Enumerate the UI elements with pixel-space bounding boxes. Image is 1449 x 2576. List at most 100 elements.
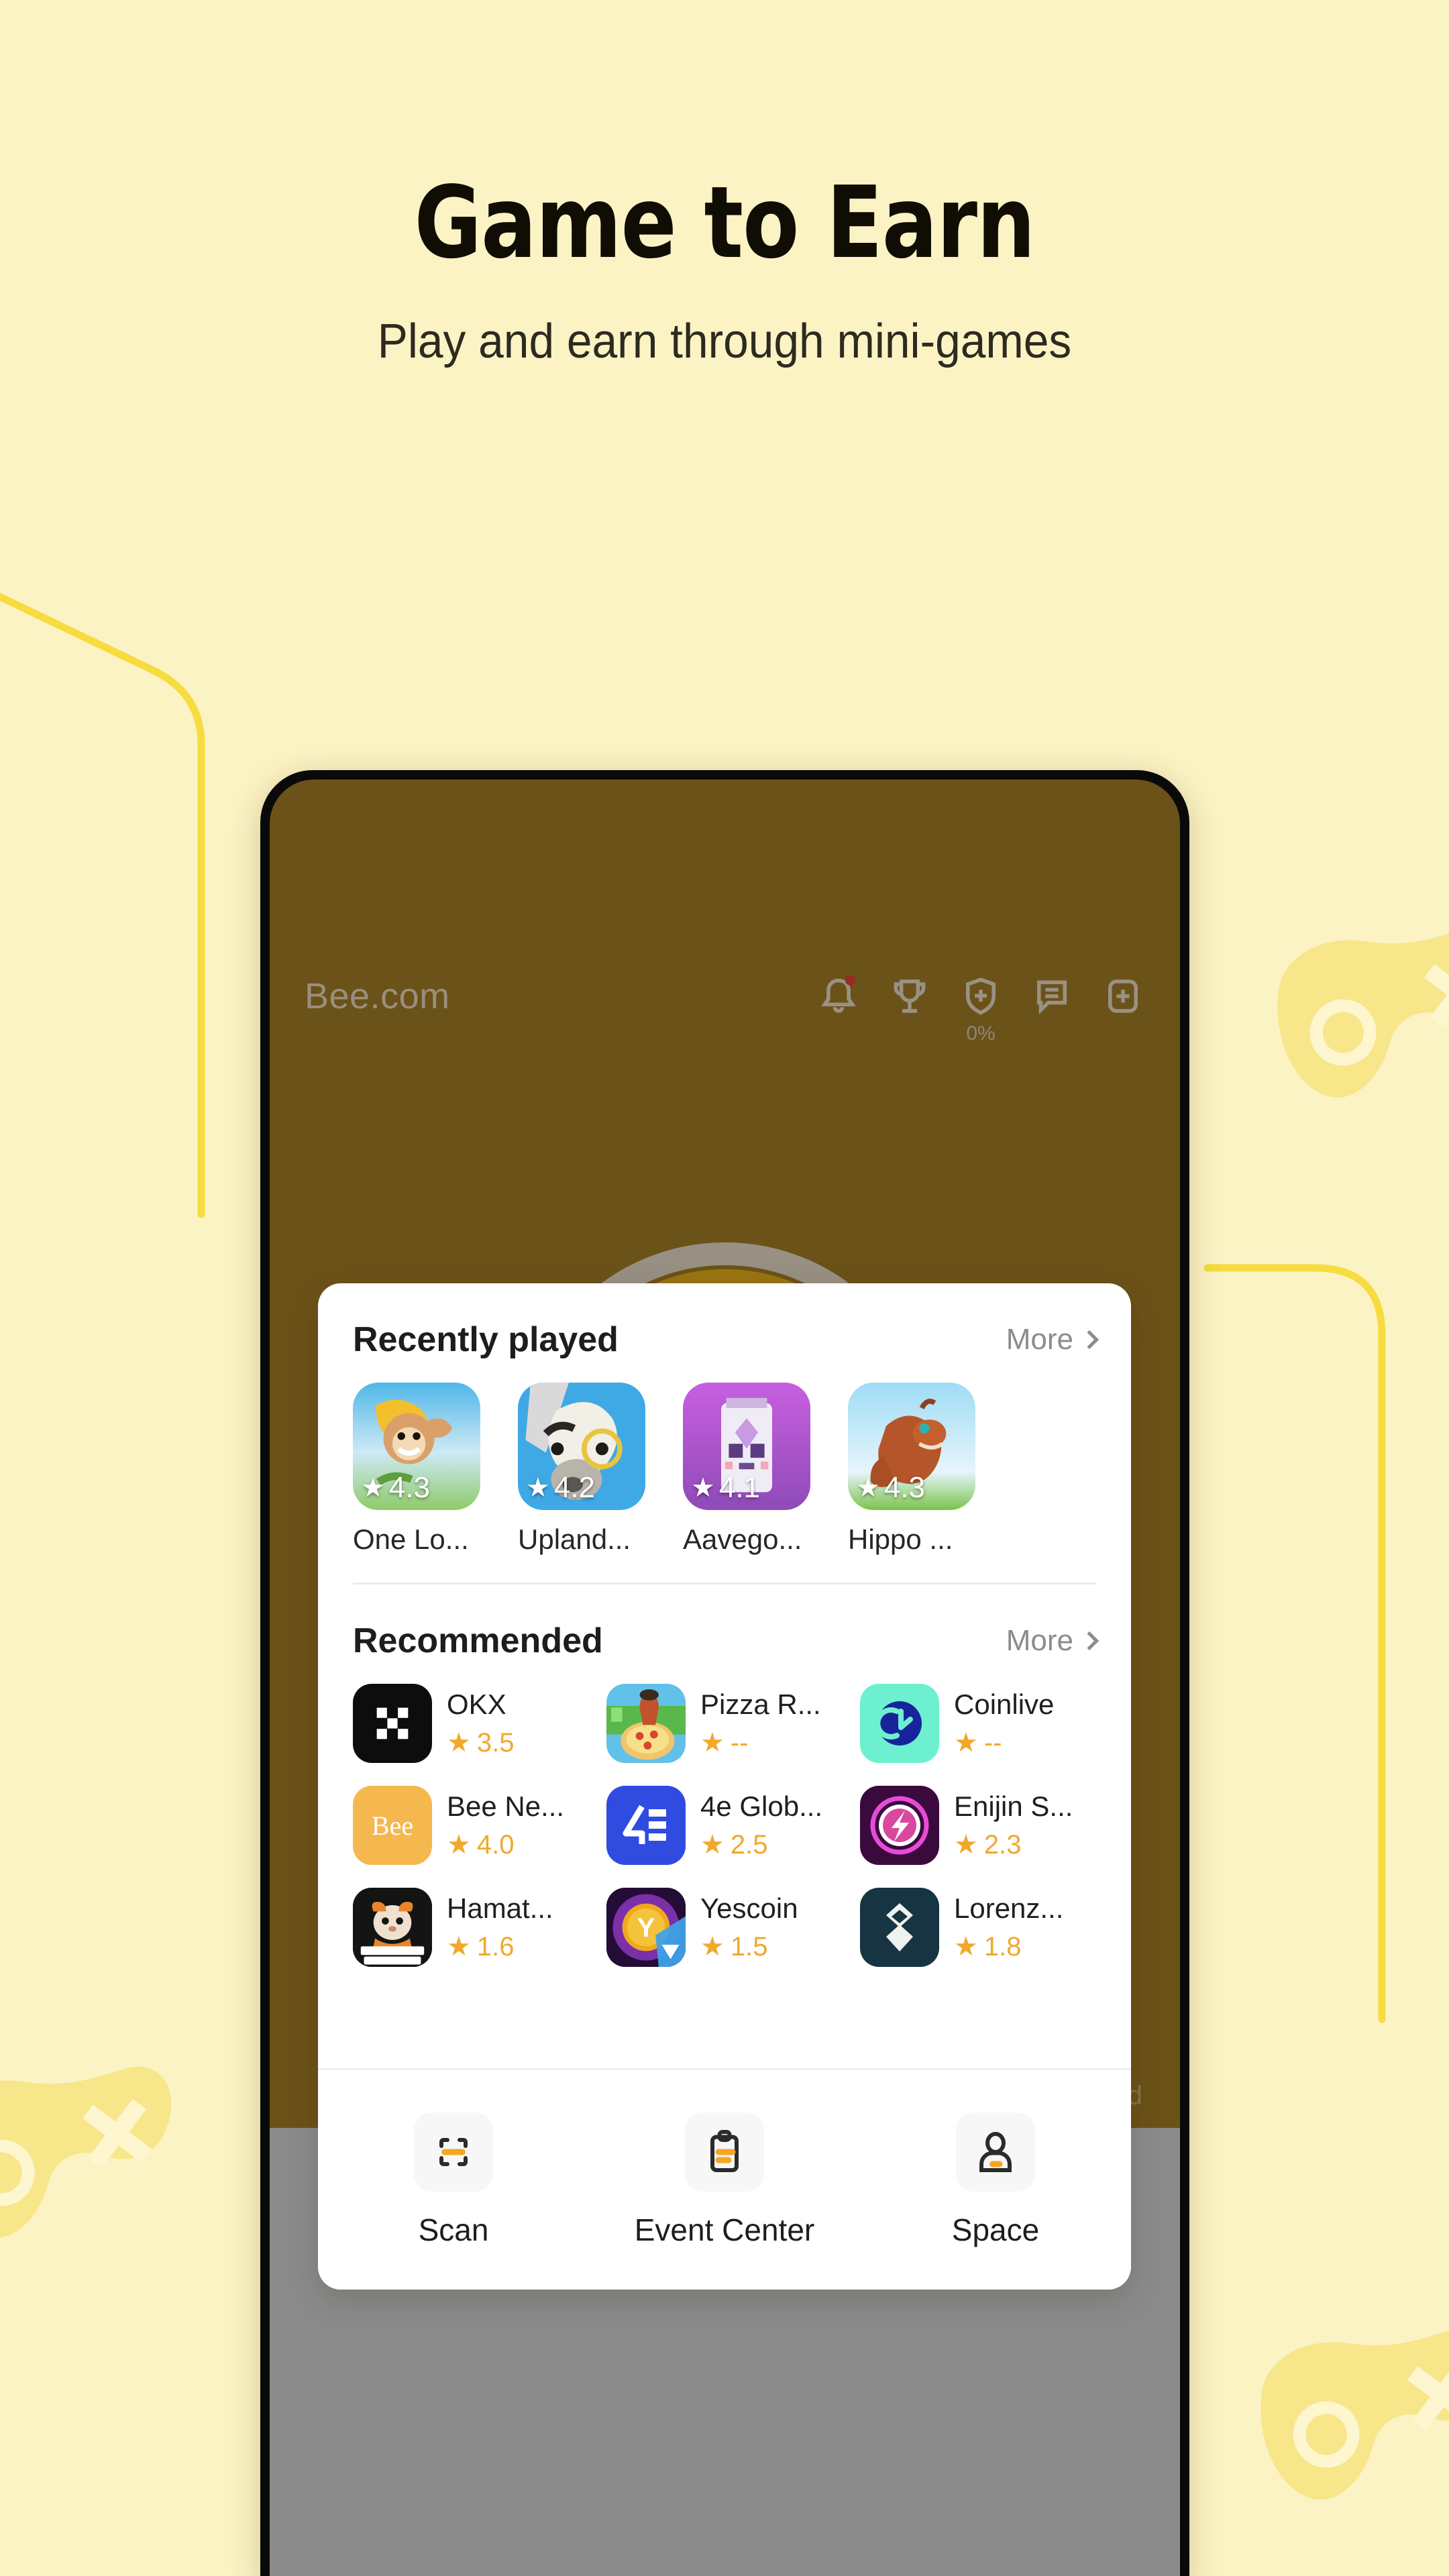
- add-box-icon[interactable]: [1101, 974, 1145, 1018]
- app-name: Lorenz...: [954, 1892, 1064, 1924]
- shield-progress-label: 0%: [966, 1022, 996, 1044]
- okx-icon: [353, 1684, 432, 1763]
- rating-value: 4.3: [388, 1471, 431, 1504]
- app-text-block: Enijin S... ★ 2.3: [954, 1790, 1073, 1860]
- app-name: Bee Ne...: [447, 1790, 565, 1822]
- event-center-action[interactable]: Event Center: [589, 2112, 860, 2248]
- rating-value: 2.5: [730, 1829, 768, 1860]
- bee-news-icon: Bee: [353, 1786, 432, 1865]
- game-rating: ★ 4.3: [856, 1471, 925, 1505]
- app-header-icons: 0%: [816, 974, 1145, 1044]
- rating-value: 2.3: [983, 1829, 1022, 1860]
- rating-value: 1.6: [476, 1931, 515, 1962]
- yescoin-icon: Y: [606, 1888, 686, 1967]
- recommended-section: Recommended More OKX ★ 3.5 Pizza R... ★ …: [318, 1585, 1131, 1987]
- hero-text-block: Game to Earn Play and earn through mini-…: [0, 0, 1449, 369]
- app-list-item[interactable]: Coinlive ★ --: [860, 1684, 1096, 1763]
- game-tile[interactable]: ★ 4.1 Aavego...: [683, 1383, 810, 1556]
- scan-label: Scan: [418, 2212, 489, 2247]
- game-tile[interactable]: ★ 4.3 Hippo ...: [848, 1383, 975, 1556]
- app-name: Coinlive: [954, 1688, 1055, 1720]
- game-tile[interactable]: ★ 4.3 One Lo...: [353, 1383, 480, 1556]
- chat-icon[interactable]: [1030, 974, 1074, 1018]
- page-title: Game to Earn: [414, 165, 1036, 280]
- game-name: Upland...: [518, 1523, 631, 1555]
- space-action[interactable]: Space: [860, 2112, 1131, 2248]
- star-icon: ★: [954, 1830, 978, 1860]
- app-list-item[interactable]: Pizza R... ★ --: [606, 1684, 843, 1763]
- app-rating: ★ --: [954, 1727, 1054, 1758]
- app-name: 4e Glob...: [700, 1790, 823, 1822]
- app-text-block: Coinlive ★ --: [954, 1688, 1054, 1758]
- recommended-list: OKX ★ 3.5 Pizza R... ★ -- Coinlive ★ -- …: [353, 1684, 1096, 1987]
- app-list-item[interactable]: Enijin S... ★ 2.3: [860, 1786, 1096, 1865]
- trophy-icon[interactable]: [888, 974, 932, 1018]
- rating-value: 4.2: [553, 1471, 596, 1504]
- recently-played-title: Recently played: [353, 1320, 619, 1359]
- app-text-block: 4e Glob... ★ 2.5: [700, 1790, 822, 1860]
- app-name: Pizza R...: [700, 1688, 821, 1720]
- llama-game-icon: ★ 4.2: [518, 1383, 645, 1510]
- app-header: Bee.com 0%: [270, 974, 1180, 1044]
- app-text-block: Bee Ne... ★ 4.0: [447, 1790, 564, 1860]
- app-rating: ★ 2.3: [954, 1829, 1073, 1860]
- recently-played-list: ★ 4.3 One Lo... ★ 4.2 Upland... ★ 4.1 Aa…: [353, 1383, 1096, 1565]
- rating-value: 4.1: [718, 1471, 761, 1504]
- star-icon: ★: [526, 1473, 550, 1503]
- game-name: Aavego...: [683, 1523, 802, 1555]
- app-list-item[interactable]: Lorenz... ★ 1.8: [860, 1888, 1096, 1967]
- star-icon: ★: [447, 1728, 471, 1758]
- rating-value: --: [983, 1727, 1002, 1758]
- app-name: Hamat...: [447, 1892, 553, 1924]
- gamepad-watermark-bottom-left: [0, 2021, 202, 2280]
- game-rating: ★ 4.3: [361, 1471, 430, 1505]
- scan-action[interactable]: Scan: [318, 2112, 589, 2248]
- recently-played-more-link[interactable]: More: [1006, 1323, 1099, 1356]
- rating-value: 1.8: [983, 1931, 1022, 1962]
- recently-played-header: Recently played More: [353, 1283, 1099, 1383]
- gamepad-watermark-top-right: [1227, 880, 1449, 1140]
- app-rating: ★ 2.5: [700, 1829, 822, 1860]
- star-icon: ★: [447, 1830, 471, 1860]
- app-list-item[interactable]: Y Yescoin ★ 1.5: [606, 1888, 843, 1967]
- star-icon: ★: [700, 1728, 724, 1758]
- ghost-pixel-game-icon: ★ 4.1: [683, 1383, 810, 1510]
- bell-icon[interactable]: [816, 974, 861, 1018]
- scan-icon: [414, 2112, 493, 2192]
- app-list-item[interactable]: Hamat... ★ 1.6: [353, 1888, 589, 1967]
- app-text-block: Hamat... ★ 1.6: [447, 1892, 553, 1962]
- app-name: OKX: [447, 1688, 506, 1720]
- game-tile[interactable]: ★ 4.2 Upland...: [518, 1383, 645, 1556]
- game-name: One Lo...: [353, 1523, 469, 1555]
- rating-value: 4.3: [883, 1471, 926, 1504]
- poster-root: Game to Earn Play and earn through mini-…: [0, 0, 1449, 2576]
- app-list-item[interactable]: OKX ★ 3.5: [353, 1684, 589, 1763]
- app-text-block: Lorenz... ★ 1.8: [954, 1892, 1063, 1962]
- app-rating: ★ 1.8: [954, 1931, 1063, 1962]
- hippo-game-icon: ★ 4.3: [848, 1383, 975, 1510]
- app-rating: ★ 3.5: [447, 1727, 514, 1758]
- 4e-global-icon: [606, 1786, 686, 1865]
- shield-plus-icon[interactable]: 0%: [959, 974, 1003, 1044]
- hamster-kombat-icon: [353, 1888, 432, 1967]
- space-label: Space: [951, 2212, 1040, 2247]
- enijin-icon: [860, 1786, 939, 1865]
- app-rating: ★ 1.6: [447, 1931, 553, 1962]
- star-icon: ★: [691, 1473, 715, 1503]
- star-icon: ★: [361, 1473, 385, 1503]
- app-text-block: Yescoin ★ 1.5: [700, 1892, 798, 1962]
- more-label: More: [1006, 1624, 1073, 1657]
- chevron-right-icon: [1079, 1330, 1099, 1350]
- chevron-right-icon: [1079, 1631, 1099, 1651]
- app-rating: ★ --: [700, 1727, 821, 1758]
- overlay-footer-actions: Scan Event Center Space: [318, 2068, 1131, 2290]
- game-rating: ★ 4.2: [526, 1471, 595, 1505]
- games-overlay-card: Recently played More ★ 4.3 One Lo... ★ 4…: [318, 1283, 1131, 2290]
- app-brand: Bee.com: [305, 976, 450, 1016]
- app-list-item[interactable]: Bee Bee Ne... ★ 4.0: [353, 1786, 589, 1865]
- app-list-item[interactable]: 4e Glob... ★ 2.5: [606, 1786, 843, 1865]
- app-rating: ★ 4.0: [447, 1829, 564, 1860]
- recommended-title: Recommended: [353, 1621, 603, 1660]
- recommended-more-link[interactable]: More: [1006, 1624, 1099, 1658]
- star-icon: ★: [700, 1932, 724, 1962]
